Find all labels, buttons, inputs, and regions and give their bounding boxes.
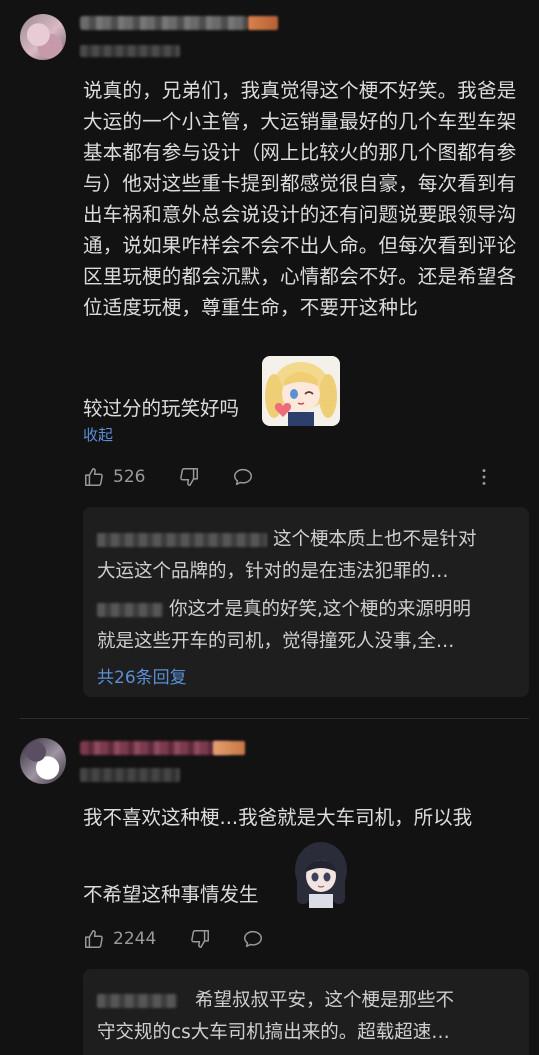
- comment-text: 我不喜欢这种梗...我爸就是大车司机，所以我: [83, 806, 473, 829]
- reply-button[interactable]: [242, 926, 264, 952]
- view-all-replies-link[interactable]: 共26条回复: [97, 663, 187, 688]
- user-avatar[interactable]: [20, 14, 66, 60]
- reply-item-continued: 就是这些开车的司机，觉得撞死人没事,全…: [97, 631, 455, 652]
- more-options-button[interactable]: [473, 464, 495, 490]
- comment-action-bar: 526: [83, 464, 503, 490]
- reply-item[interactable]: 这个梗本质上也不是针对: [97, 525, 477, 555]
- username-blurred[interactable]: [80, 741, 232, 755]
- comment-divider: [20, 718, 529, 719]
- like-count: 2244: [113, 929, 157, 949]
- comment-action-bar: 2244: [83, 926, 503, 952]
- reply-preview-box[interactable]: 希望叔叔平安，这个梗是那些不 守交规的cs大车司机搞出来的。超载超速…: [83, 969, 529, 1055]
- user-badge: [213, 741, 245, 755]
- reply-username-blurred: [97, 533, 267, 547]
- comment-meta-blurred: [80, 45, 180, 57]
- more-vertical-icon: [482, 469, 486, 485]
- username-blurred[interactable]: [80, 16, 248, 30]
- dislike-button[interactable]: [189, 926, 211, 952]
- reply-username-blurred: [97, 603, 163, 617]
- comment-bubble-icon: [234, 468, 252, 486]
- thumbs-up-icon: [85, 930, 103, 948]
- like-count: 526: [113, 467, 146, 487]
- user-avatar[interactable]: [20, 738, 66, 784]
- dislike-button[interactable]: [178, 464, 200, 490]
- reply-button[interactable]: [232, 464, 254, 490]
- blonde-anime-girl-heart-sticker: [262, 356, 340, 426]
- comment-text-end: 不希望这种事情发生: [83, 883, 259, 906]
- comment-bubble-icon: [244, 930, 262, 948]
- reply-item[interactable]: 你这才是真的好笑,这个梗的来源明明: [97, 595, 471, 625]
- thumbs-down-icon: [191, 930, 209, 948]
- thumbs-down-icon: [180, 468, 198, 486]
- comment-meta-blurred: [80, 768, 180, 782]
- like-button[interactable]: 2244: [83, 926, 156, 952]
- dark-hair-anime-girl-sticker: [291, 840, 351, 908]
- thumbs-up-icon: [85, 468, 103, 486]
- reply-item-continued: 守交规的cs大车司机搞出来的。超载超速…: [97, 1022, 450, 1043]
- reply-item-continued: 大运这个品牌的，针对的是在违法犯罪的…: [97, 561, 449, 582]
- comment-text: 说真的，兄弟们，我真觉得这个梗不好笑。我爸是大运的一个小主管，大运销量最好的几个…: [83, 79, 517, 319]
- collapse-link[interactable]: 收起: [83, 424, 113, 445]
- reply-username-blurred: [97, 994, 177, 1008]
- like-button[interactable]: 526: [83, 464, 145, 490]
- reply-item[interactable]: 希望叔叔平安，这个梗是那些不: [97, 986, 454, 1016]
- reply-preview-box[interactable]: 这个梗本质上也不是针对 大运这个品牌的，针对的是在违法犯罪的… 你这才是真的好笑…: [83, 507, 529, 697]
- user-badge: [248, 16, 278, 30]
